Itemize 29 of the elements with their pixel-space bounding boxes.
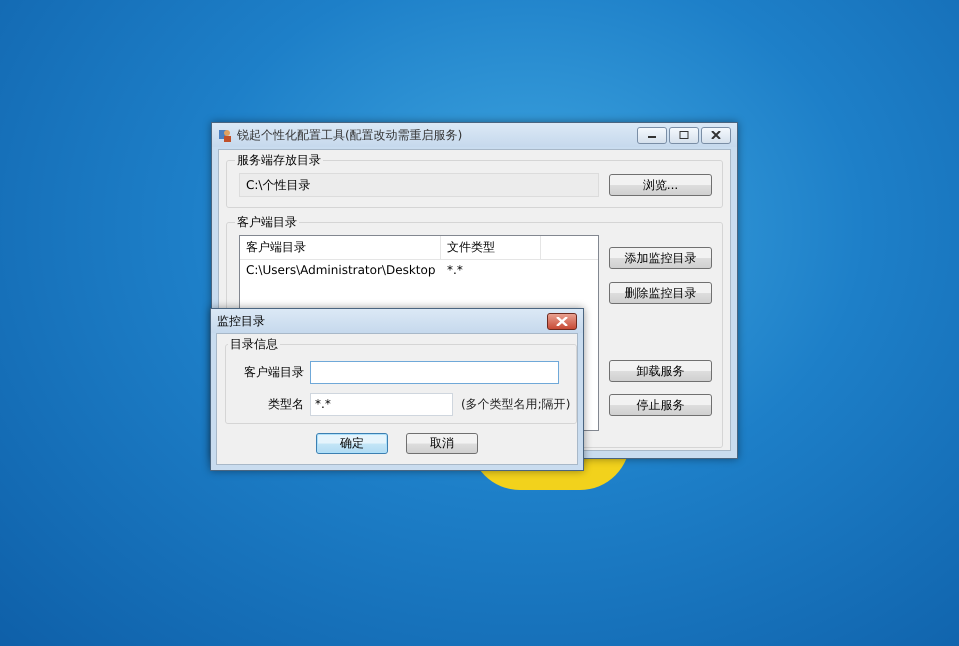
input-field[interactable]: *.* <box>310 392 453 416</box>
dialog-button[interactable]: 确定 <box>316 433 388 454</box>
group-label: 服务端存放目录 <box>236 152 322 169</box>
close-icon <box>556 316 568 326</box>
dialog-title: 监控目录 <box>217 312 265 330</box>
column-header[interactable]: 客户端目录 <box>240 236 441 259</box>
column-header[interactable]: 文件类型 <box>441 236 541 259</box>
group-label: 客户端目录 <box>236 214 298 231</box>
action-button[interactable]: 停止服务 <box>609 394 712 416</box>
field-label: 类型名 <box>267 396 304 412</box>
browse-button[interactable]: 浏览... <box>609 174 712 196</box>
action-button[interactable]: 添加监控目录 <box>609 247 712 269</box>
field-label: 客户端目录 <box>243 364 304 380</box>
input-field[interactable] <box>310 360 559 384</box>
close-icon <box>711 131 721 139</box>
close-button[interactable] <box>701 126 731 144</box>
minimize-button[interactable] <box>637 126 667 144</box>
path-field[interactable]: C:\个性目录 <box>239 173 599 197</box>
dialog-button[interactable]: 取消 <box>406 433 478 454</box>
maximize-button[interactable] <box>669 126 699 144</box>
window-title: 锐起个性化配置工具(配置改动需重启服务) <box>237 126 462 144</box>
hint-text: (多个类型名用;隔开) <box>461 396 570 412</box>
action-button[interactable]: 删除监控目录 <box>609 282 712 304</box>
group-label: 目录信息 <box>229 336 279 353</box>
action-button[interactable]: 卸载服务 <box>609 360 712 382</box>
maximize-icon <box>679 131 689 139</box>
table-cell-text: *.* <box>446 262 464 279</box>
close-button[interactable] <box>547 312 577 330</box>
table-cell-text: C:\Users\Administrator\Desktop <box>245 262 436 279</box>
